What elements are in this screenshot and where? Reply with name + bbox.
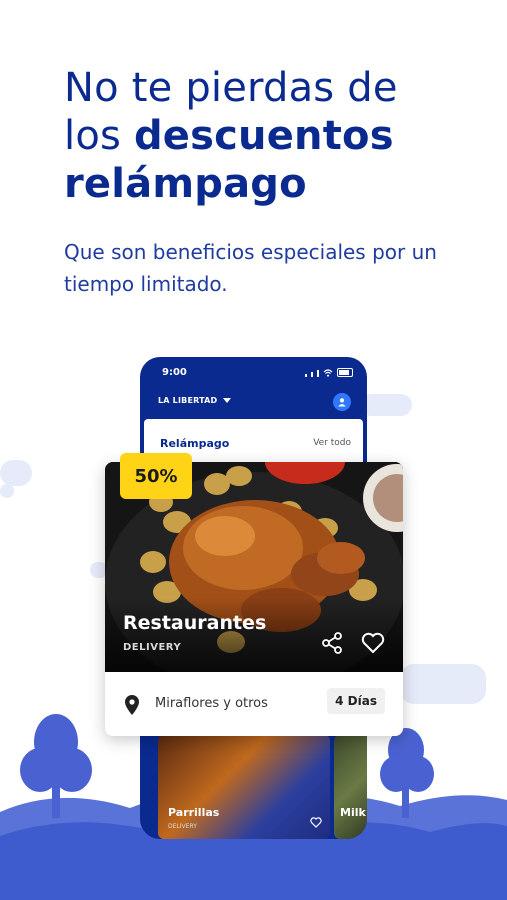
card-sub-label: DELIVERY: [168, 823, 197, 830]
location-text: Miraflores y otros: [155, 696, 268, 711]
heart-icon[interactable]: [361, 632, 385, 654]
category-card-parrillas[interactable]: Parrillas DELIVERY: [158, 735, 330, 839]
card-subtitle: DELIVERY: [123, 642, 182, 653]
page-headline: No te pierdas de los descuentos relámpag…: [64, 64, 484, 208]
card-footer: Miraflores y otros 4 Días: [105, 672, 403, 736]
user-icon: [338, 398, 346, 407]
status-time: 9:00: [162, 367, 187, 378]
heart-icon[interactable]: [310, 817, 322, 828]
headline-line-3: relámpago: [64, 160, 484, 208]
location-pin-icon: [125, 695, 139, 715]
headline-emphasis-2: relámpago: [64, 161, 307, 207]
battery-icon: [337, 368, 353, 377]
chevron-down-icon: [223, 398, 232, 403]
category-card-milk[interactable]: Milk: [334, 735, 367, 839]
headline-emphasis-1: descuentos: [133, 113, 394, 159]
page-subtitle: Que son beneficios especiales por un tie…: [64, 240, 437, 296]
card-label: Milk: [340, 806, 366, 819]
headline-line-1: No te pierdas de: [64, 65, 398, 111]
location-label: LA LIBERTAD: [158, 396, 218, 405]
phone-notch: [198, 357, 308, 377]
wifi-icon: [323, 369, 333, 377]
card-label: Parrillas: [168, 806, 220, 819]
days-remaining-badge: 4 Días: [327, 688, 385, 714]
location-selector[interactable]: LA LIBERTAD: [158, 396, 232, 405]
deal-card[interactable]: Restaurantes DELIVERY Miraflores y otros…: [105, 462, 403, 736]
profile-button[interactable]: [333, 393, 351, 411]
status-icons: [305, 368, 353, 377]
share-icon[interactable]: [321, 632, 343, 654]
headline-line-2: los descuentos: [64, 113, 394, 159]
see-all-link[interactable]: Ver todo: [313, 438, 351, 448]
discount-badge: 50%: [120, 453, 192, 499]
section-title: Relámpago: [160, 437, 230, 450]
bottom-card-row: Parrillas DELIVERY Milk: [158, 735, 367, 839]
card-title: Restaurantes: [123, 612, 267, 634]
